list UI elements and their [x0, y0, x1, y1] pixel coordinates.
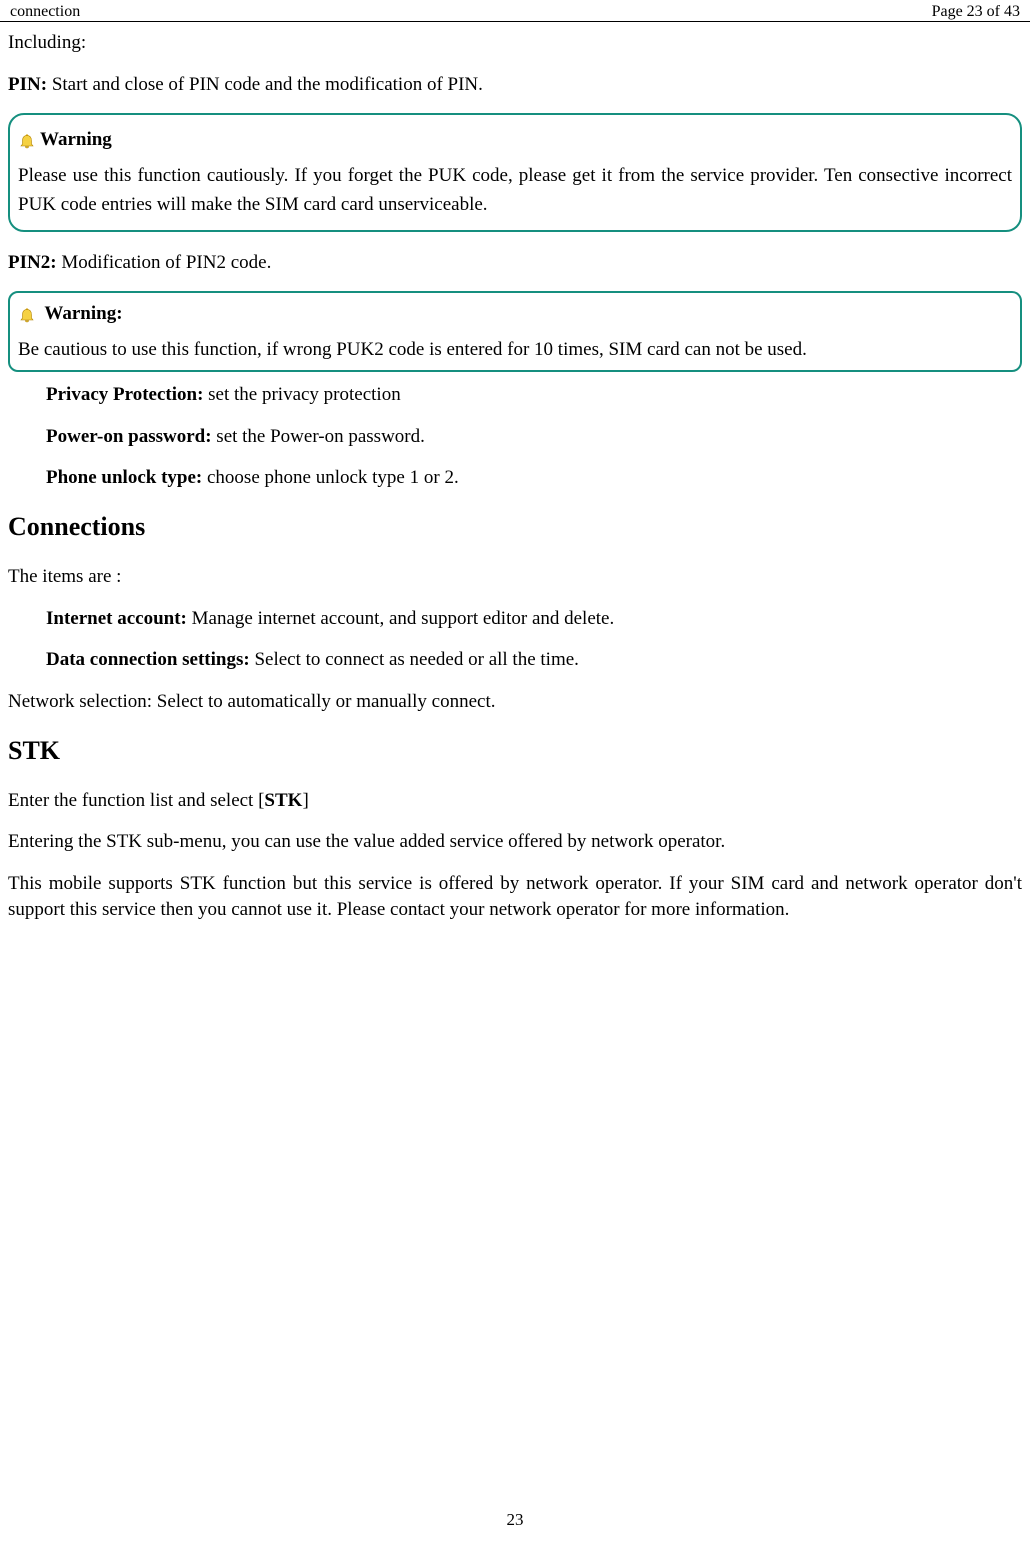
warning1-header-row: Warning [18, 125, 1012, 154]
warning-bell-icon [18, 132, 36, 150]
unlock-line: Phone unlock type: choose phone unlock t… [8, 465, 1022, 491]
page-content: Including: PIN: Start and close of PIN c… [0, 22, 1030, 922]
dataconn-desc: Select to connect as needed or all the t… [250, 649, 579, 670]
warning1-label: Warning [40, 129, 112, 150]
warning-box-2: Warning: Be cautious to use this functio… [8, 291, 1022, 372]
warning2-header-row: Warning: [18, 299, 1012, 328]
warning-bell-icon [18, 306, 36, 324]
warning-box-1: Warning Please use this function cautiou… [8, 113, 1022, 231]
stk-line2: Entering the STK sub-menu, you can use t… [8, 829, 1022, 855]
pin-label: PIN: [8, 74, 47, 95]
header-right: Page 23 of 43 [932, 3, 1020, 21]
warning2-label: Warning: [40, 303, 123, 324]
dataconn-line: Data connection settings: Select to conn… [8, 647, 1022, 673]
internet-label: Internet account: [46, 608, 187, 629]
pin2-line: PIN2: Modification of PIN2 code. [8, 250, 1022, 276]
power-label: Power-on password: [46, 426, 212, 447]
stk-line1c: ] [302, 790, 308, 811]
warning2-body: Be cautious to use this function, if wro… [18, 335, 1012, 364]
items-are-line: The items are : [8, 564, 1022, 590]
pin2-label: PIN2: [8, 252, 57, 273]
unlock-label: Phone unlock type: [46, 467, 202, 488]
page-header: connection Page 23 of 43 [0, 0, 1030, 22]
internet-line: Internet account: Manage internet accoun… [8, 606, 1022, 632]
pin2-desc: Modification of PIN2 code. [57, 252, 272, 273]
dataconn-label: Data connection settings: [46, 649, 250, 670]
pin-line: PIN: Start and close of PIN code and the… [8, 72, 1022, 98]
stk-line1b: STK [264, 790, 302, 811]
pin-desc: Start and close of PIN code and the modi… [47, 74, 483, 95]
power-line: Power-on password: set the Power-on pass… [8, 424, 1022, 450]
stk-line1a: Enter the function list and select [ [8, 790, 264, 811]
stk-line1: Enter the function list and select [STK] [8, 788, 1022, 814]
unlock-desc: choose phone unlock type 1 or 2. [202, 467, 458, 488]
internet-desc: Manage internet account, and support edi… [187, 608, 614, 629]
privacy-label: Privacy Protection: [46, 384, 203, 405]
privacy-line: Privacy Protection: set the privacy prot… [8, 382, 1022, 408]
warning1-body: Please use this function cautiously. If … [18, 161, 1012, 220]
page-number: 23 [0, 1510, 1030, 1530]
stk-heading: STK [8, 733, 1022, 768]
privacy-desc: set the privacy protection [203, 384, 400, 405]
network-selection-line: Network selection: Select to automatical… [8, 689, 1022, 715]
header-left: connection [10, 3, 80, 21]
stk-line3: This mobile supports STK function but th… [8, 871, 1022, 922]
including-line: Including: [8, 30, 1022, 56]
power-desc: set the Power-on password. [212, 426, 425, 447]
connections-heading: Connections [8, 509, 1022, 544]
